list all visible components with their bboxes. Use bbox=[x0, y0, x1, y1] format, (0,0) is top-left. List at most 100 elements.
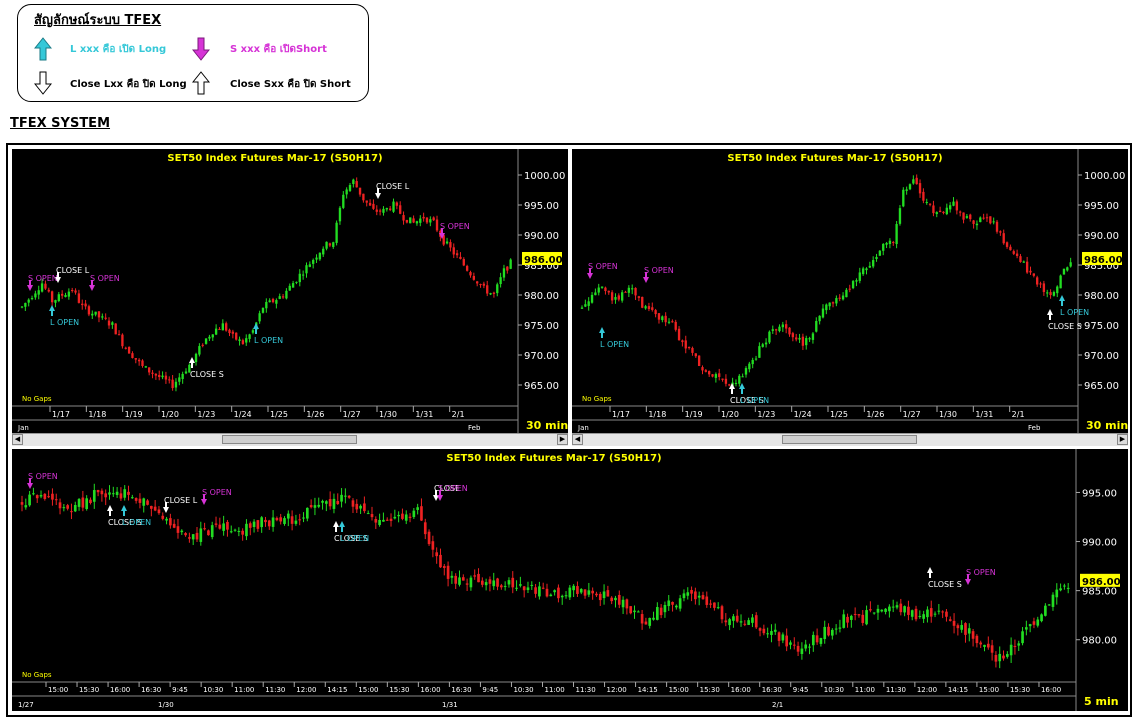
candle-body bbox=[781, 634, 785, 641]
candle-body bbox=[176, 526, 180, 533]
signal-label: CLOSE L bbox=[164, 496, 198, 505]
candle-body bbox=[151, 372, 154, 374]
candle-body bbox=[84, 303, 87, 307]
candle-body bbox=[781, 324, 784, 328]
candle-body bbox=[89, 499, 92, 504]
candle-body bbox=[869, 609, 872, 611]
chart-frame: 1000.00 995.00 990.00 985.00 980.00 975.00 970… bbox=[6, 143, 1132, 717]
candle-body bbox=[362, 193, 365, 201]
signal-label: CLOSE S bbox=[190, 370, 224, 379]
chart-title: SET50 Index Futures Mar-17 (S50H17) bbox=[446, 453, 661, 464]
candle-body bbox=[241, 530, 244, 535]
scroll-left-arrow-icon[interactable]: ◀ bbox=[572, 434, 583, 445]
candle-body bbox=[960, 625, 964, 630]
candle-body bbox=[625, 599, 629, 609]
candle-body bbox=[290, 516, 294, 524]
candle-body bbox=[744, 368, 748, 375]
candle-body bbox=[372, 203, 375, 209]
candle-body bbox=[30, 298, 34, 300]
candlestick-chart-30min-right[interactable]: 1000.00995.00990.00985.00980.00975.00970… bbox=[572, 149, 1128, 435]
candle-body bbox=[58, 502, 62, 509]
candle-body bbox=[671, 321, 674, 323]
candle-body bbox=[648, 617, 652, 626]
candle-body bbox=[694, 591, 697, 600]
scroll-thumb[interactable] bbox=[782, 435, 917, 444]
candle-body bbox=[841, 295, 845, 300]
candle-body bbox=[477, 573, 480, 583]
candle-body bbox=[1062, 268, 1066, 275]
x-tick-label: 1/20 bbox=[721, 410, 739, 419]
scroll-right-arrow-icon[interactable]: ▶ bbox=[557, 434, 568, 445]
y-tick-label: 995.00 bbox=[1082, 488, 1117, 499]
last-price-label: 986.00 bbox=[524, 255, 563, 266]
candle-body bbox=[1063, 585, 1066, 587]
scrollbar-left[interactable]: ◀ ▶ bbox=[12, 433, 568, 446]
candle-body bbox=[142, 498, 146, 506]
month-label: Jan bbox=[17, 424, 29, 432]
candlestick-chart-5min[interactable]: 995.00 990.00 985.00 980.00 986.00 SET50 Inde… bbox=[12, 449, 1128, 711]
candle-body bbox=[305, 507, 309, 519]
candle-body bbox=[419, 218, 422, 223]
candle-body bbox=[399, 205, 402, 214]
scroll-left-arrow-icon[interactable]: ◀ bbox=[12, 434, 23, 445]
candle-body bbox=[161, 515, 165, 519]
x-tick-label: 1/27 bbox=[343, 410, 361, 419]
candle-body bbox=[808, 646, 811, 648]
candle-body bbox=[801, 336, 805, 346]
candle-body bbox=[918, 183, 922, 194]
scroll-right-arrow-icon[interactable]: ▶ bbox=[1117, 434, 1128, 445]
candle-body bbox=[479, 284, 482, 286]
candle-body bbox=[181, 373, 184, 380]
candle-body bbox=[203, 528, 206, 530]
candle-body bbox=[365, 200, 368, 203]
scroll-thumb[interactable] bbox=[222, 435, 357, 444]
candle-body bbox=[758, 628, 762, 631]
candlestick-chart-30min-left[interactable]: 1000.00995.00990.00985.00980.00975.00970… bbox=[12, 149, 568, 435]
candle-body bbox=[229, 531, 233, 533]
candle-body bbox=[918, 615, 922, 617]
candle-body bbox=[397, 514, 400, 517]
candle-body bbox=[910, 610, 914, 617]
candle-body bbox=[442, 566, 446, 568]
candle-body bbox=[496, 578, 499, 587]
candle-body bbox=[288, 285, 291, 291]
candle-body bbox=[77, 499, 81, 507]
candle-body bbox=[218, 328, 221, 330]
candle-body bbox=[168, 379, 171, 381]
x-tick-label: 1/30 bbox=[939, 410, 957, 419]
candle-body bbox=[861, 268, 865, 275]
x-tick-label: 11:00 bbox=[855, 686, 875, 694]
candle-body bbox=[827, 626, 830, 636]
candle-body bbox=[141, 360, 144, 366]
candle-body bbox=[982, 217, 985, 219]
candle-body bbox=[127, 491, 130, 495]
candle-body bbox=[584, 304, 587, 307]
candle-body bbox=[1015, 253, 1019, 256]
candle-body bbox=[1032, 621, 1036, 625]
candle-body bbox=[835, 298, 838, 304]
candle-body bbox=[941, 611, 944, 613]
candle-body bbox=[545, 588, 549, 597]
candle-body bbox=[641, 296, 644, 308]
candle-body bbox=[882, 243, 885, 251]
candle-body bbox=[256, 520, 260, 529]
candle-body bbox=[515, 587, 518, 589]
candle-body bbox=[815, 320, 818, 332]
candle-body bbox=[1013, 645, 1017, 648]
signal-label: CLOSE L bbox=[376, 182, 410, 191]
candle-body bbox=[248, 523, 252, 528]
candle-body bbox=[60, 293, 64, 296]
candle-body bbox=[928, 203, 932, 205]
candle-body bbox=[1025, 627, 1028, 630]
candle-body bbox=[191, 534, 195, 540]
candle-body bbox=[452, 247, 455, 255]
candle-body bbox=[945, 207, 948, 215]
candle-body bbox=[925, 202, 928, 204]
candle-body bbox=[1042, 283, 1046, 292]
signal-label: L OPEN bbox=[740, 396, 769, 405]
scrollbar-right[interactable]: ◀ ▶ bbox=[572, 433, 1128, 446]
candle-body bbox=[778, 326, 781, 332]
candle-body bbox=[892, 241, 895, 243]
candle-body bbox=[271, 517, 275, 527]
candle-body bbox=[659, 607, 663, 616]
